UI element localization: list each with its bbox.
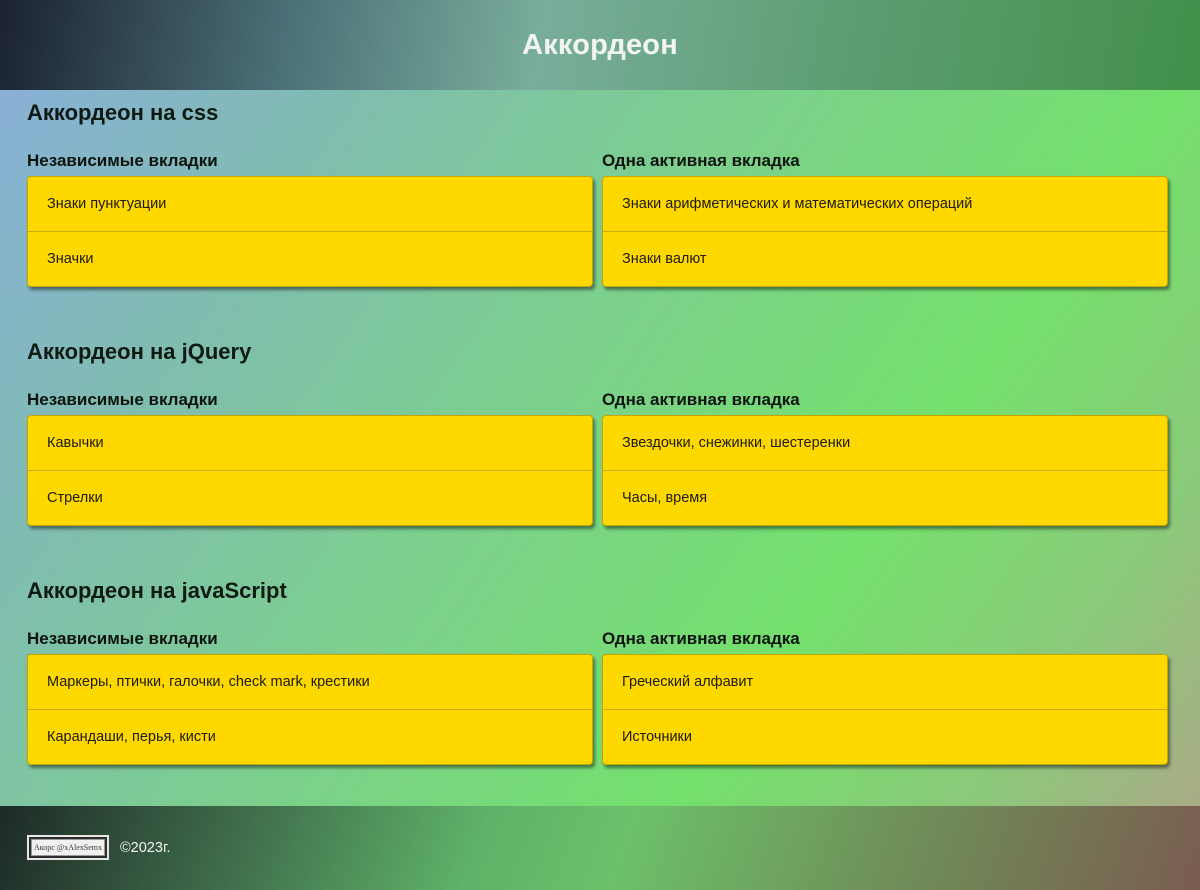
page-footer: Акорс @xAlexSemx ©2023г. [0, 806, 1200, 890]
accordion-group-title: Независимые вкладки [27, 151, 218, 170]
accordion: Маркеры, птички, галочки, check mark, кр… [27, 654, 593, 765]
section-title: Аккордеон на javaScript [27, 578, 287, 603]
accordion-group-title: Одна активная вкладка [602, 151, 800, 170]
page-header: Аккордеон [0, 0, 1200, 90]
accordion-single-active: Одна активная вкладка Знаки арифметическ… [602, 150, 1168, 287]
accordion-independent: Независимые вкладки Знаки пунктуации Зна… [27, 150, 593, 287]
accordion: Кавычки Стрелки [27, 415, 593, 526]
page-title: Аккордеон [522, 28, 678, 61]
accordion-independent: Независимые вкладки Маркеры, птички, гал… [27, 628, 593, 765]
accordion-tab[interactable]: Стрелки [28, 470, 592, 525]
accordion-group-title: Независимые вкладки [27, 629, 218, 648]
accordion-tab[interactable]: Звездочки, снежинки, шестеренки [603, 416, 1167, 470]
accordion-tab[interactable]: Знаки арифметических и математических оп… [603, 177, 1167, 231]
accordion-group-title: Одна активная вкладка [602, 390, 800, 409]
accordion: Греческий алфавит Источники [602, 654, 1168, 765]
accordion-tab[interactable]: Источники [603, 709, 1167, 764]
section-title: Аккордеон на css [27, 100, 219, 125]
accordion-tab[interactable]: Знаки валют [603, 231, 1167, 286]
accordion: Звездочки, снежинки, шестеренки Часы, вр… [602, 415, 1168, 526]
accordion-group-title: Независимые вкладки [27, 390, 218, 409]
main-content: Аккордеон на css Независимые вкладки Зна… [0, 90, 1200, 806]
copyright-text: ©2023г. [120, 840, 171, 856]
accordion-tab[interactable]: Греческий алфавит [603, 655, 1167, 709]
accordion-independent: Независимые вкладки Кавычки Стрелки [27, 389, 593, 526]
accordion-tab[interactable]: Маркеры, птички, галочки, check mark, кр… [28, 655, 592, 709]
accordion-single-active: Одна активная вкладка Звездочки, снежинк… [602, 389, 1168, 526]
accordion-tab[interactable]: Часы, время [603, 470, 1167, 525]
accordion-tab[interactable]: Значки [28, 231, 592, 286]
accordion: Знаки арифметических и математических оп… [602, 176, 1168, 287]
accordion-tab[interactable]: Кавычки [28, 416, 592, 470]
accordion-tab[interactable]: Карандаши, перья, кисти [28, 709, 592, 764]
author-logo-link[interactable]: Акорс @xAlexSemx [27, 835, 109, 860]
accordion: Знаки пунктуации Значки [27, 176, 593, 287]
section-title: Аккордеон на jQuery [27, 339, 252, 364]
accordion-group-title: Одна активная вкладка [602, 629, 800, 648]
accordion-single-active: Одна активная вкладка Греческий алфавит … [602, 628, 1168, 765]
accordion-tab[interactable]: Знаки пунктуации [28, 177, 592, 231]
author-logo-text: Акорс @xAlexSemx [31, 839, 105, 856]
